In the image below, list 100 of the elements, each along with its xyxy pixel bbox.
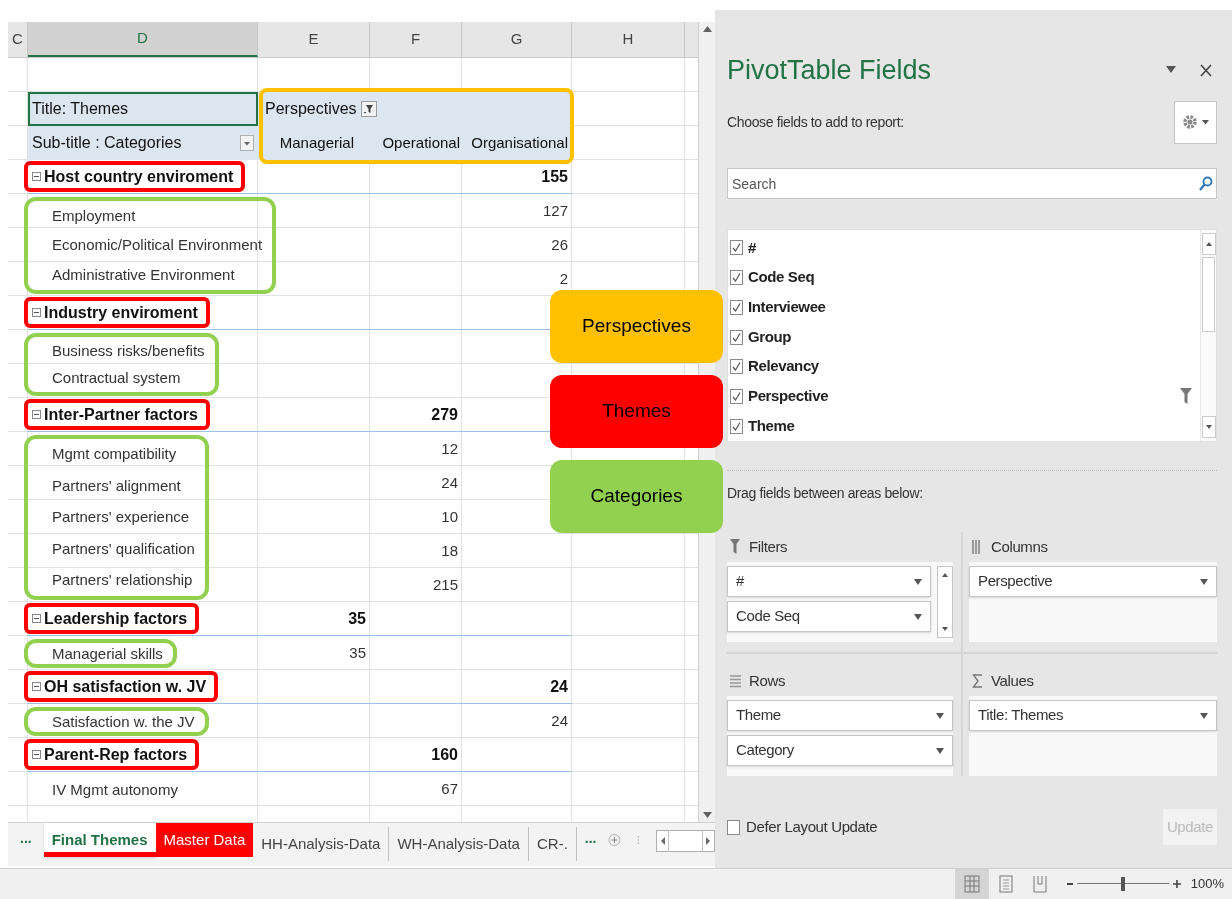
zoom-in-icon[interactable]	[1172, 880, 1181, 888]
view-button[interactable]	[954, 868, 989, 899]
field-checkbox[interactable]	[730, 299, 743, 315]
scrollbar[interactable]	[937, 566, 953, 638]
field-checkbox[interactable]	[730, 388, 743, 404]
category-value: 18	[441, 540, 458, 561]
defer-checkbox[interactable]	[727, 819, 740, 835]
area-field-chip[interactable]: #	[727, 566, 931, 597]
field-checkbox[interactable]	[730, 270, 743, 286]
collapse-icon[interactable]	[32, 682, 41, 691]
column-label: Operational	[382, 132, 460, 153]
category-value: 24	[441, 472, 458, 493]
area-field-chip[interactable]: Perspective	[969, 566, 1217, 597]
sigma-icon	[972, 673, 983, 689]
column-header[interactable]: F	[370, 22, 462, 57]
columns-icon	[972, 539, 983, 555]
legend-callout: Perspectives	[550, 290, 723, 363]
more-sheets-button[interactable]: ...	[576, 823, 605, 853]
field-label[interactable]: Perspective	[748, 385, 1175, 408]
horizontal-scrollbar[interactable]	[656, 830, 715, 852]
field-checkbox[interactable]	[730, 418, 743, 434]
area-field-chip[interactable]: Code Seq	[727, 601, 931, 632]
selected-cell[interactable]: Title: Themes	[28, 92, 258, 126]
area-label: Values	[991, 670, 1034, 691]
collapse-icon[interactable]	[32, 614, 41, 623]
sheet-tab[interactable]: Master Data	[155, 823, 254, 857]
legend-callout: Categories	[550, 460, 723, 533]
field-checkbox[interactable]	[730, 359, 743, 375]
sheet-tab[interactable]: CR-.	[528, 827, 577, 861]
zoom-thumb[interactable]	[1120, 877, 1125, 891]
category-value: 12	[441, 438, 458, 459]
caret-icon[interactable]	[914, 613, 922, 620]
theme-label: Host country enviroment	[44, 166, 234, 187]
scroll-down-icon[interactable]	[702, 812, 712, 818]
category-label: Business risks/benefits	[51, 340, 205, 361]
category-label: Partners' alignment	[51, 475, 182, 496]
field-checkbox[interactable]	[730, 240, 743, 256]
normal-view-icon	[963, 875, 980, 893]
column-header[interactable]: D	[28, 22, 258, 57]
field-checkbox[interactable]	[730, 329, 743, 345]
area-label: Filters	[749, 536, 788, 557]
area-field-chip[interactable]: Theme	[727, 700, 953, 731]
zoom-out-icon[interactable]	[1066, 882, 1073, 886]
caret-icon[interactable]	[936, 747, 944, 754]
caret-icon	[1202, 119, 1209, 125]
sheet-tab[interactable]: WH-Analysis-Data	[389, 827, 529, 861]
scroll-up-icon[interactable]	[702, 26, 712, 32]
category-label: Satisfaction w. the JV	[51, 712, 195, 732]
field-label[interactable]: Theme	[748, 414, 1192, 438]
rows-icon	[730, 673, 741, 689]
pane-menu-icon[interactable]	[1166, 66, 1176, 74]
collapse-icon[interactable]	[32, 308, 41, 317]
scroll-down-icon[interactable]	[1201, 416, 1216, 438]
field-label[interactable]: #	[748, 236, 1192, 260]
column-header[interactable]: G	[462, 22, 572, 57]
field-label[interactable]: Code Seq	[748, 266, 1192, 289]
pivot-subtitle: Sub-title : Categories	[32, 133, 182, 153]
category-value: 67	[441, 778, 458, 799]
theme-total: 160	[431, 744, 458, 765]
column-field-label: Perspectives	[265, 99, 357, 119]
sheet-tab[interactable]: Final Themes	[43, 823, 156, 857]
more-sheets-button[interactable]: ...	[8, 823, 44, 853]
page-break-icon	[1031, 875, 1048, 893]
field-label[interactable]: Group	[748, 325, 1192, 349]
theme-label: OH satisfaction w. JV	[44, 676, 207, 697]
category-label: Contractual system	[51, 368, 182, 388]
caret-icon[interactable]	[914, 578, 922, 585]
column-header[interactable]: E	[258, 22, 370, 57]
caret-icon[interactable]	[1200, 578, 1208, 585]
close-icon[interactable]	[1200, 63, 1212, 77]
theme-label: Parent-Rep factors	[44, 744, 188, 765]
collapse-icon[interactable]	[32, 750, 41, 759]
area-field-chip[interactable]: Title: Themes	[969, 700, 1217, 731]
category-label: Partners' qualification	[51, 538, 195, 559]
column-header[interactable]: H	[572, 22, 685, 57]
category-value: 2	[559, 268, 568, 289]
zoom-level[interactable]: 100%	[1190, 874, 1224, 894]
filter-button[interactable]	[360, 101, 377, 117]
filter-icon	[730, 539, 741, 555]
caret-icon[interactable]	[936, 712, 944, 719]
field-label[interactable]: Interviewee	[748, 296, 1192, 319]
area-field-chip[interactable]: Category	[727, 735, 953, 766]
collapse-icon[interactable]	[32, 410, 41, 419]
category-label: Employment	[51, 205, 137, 226]
collapse-icon[interactable]	[32, 172, 41, 181]
category-value: 24	[551, 710, 568, 731]
category-value: 215	[432, 574, 458, 595]
field-label[interactable]: Relevancy	[748, 355, 1192, 378]
caret-icon[interactable]	[1200, 712, 1208, 719]
sheet-tab[interactable]: HH-Analysis-Data	[253, 827, 390, 861]
scroll-up-icon[interactable]	[1201, 233, 1216, 255]
pane-prompt: Choose fields to add to report:	[727, 112, 904, 132]
dropdown-button[interactable]	[240, 135, 254, 151]
page-layout-icon	[997, 875, 1014, 893]
search-icon[interactable]	[1199, 176, 1213, 192]
zoom-slider[interactable]	[1076, 877, 1169, 891]
scrollbar-thumb[interactable]	[1202, 257, 1215, 332]
category-label: Managerial skills	[51, 644, 163, 664]
search-field[interactable]: Search	[727, 168, 1217, 199]
settings-button[interactable]	[1174, 100, 1217, 144]
